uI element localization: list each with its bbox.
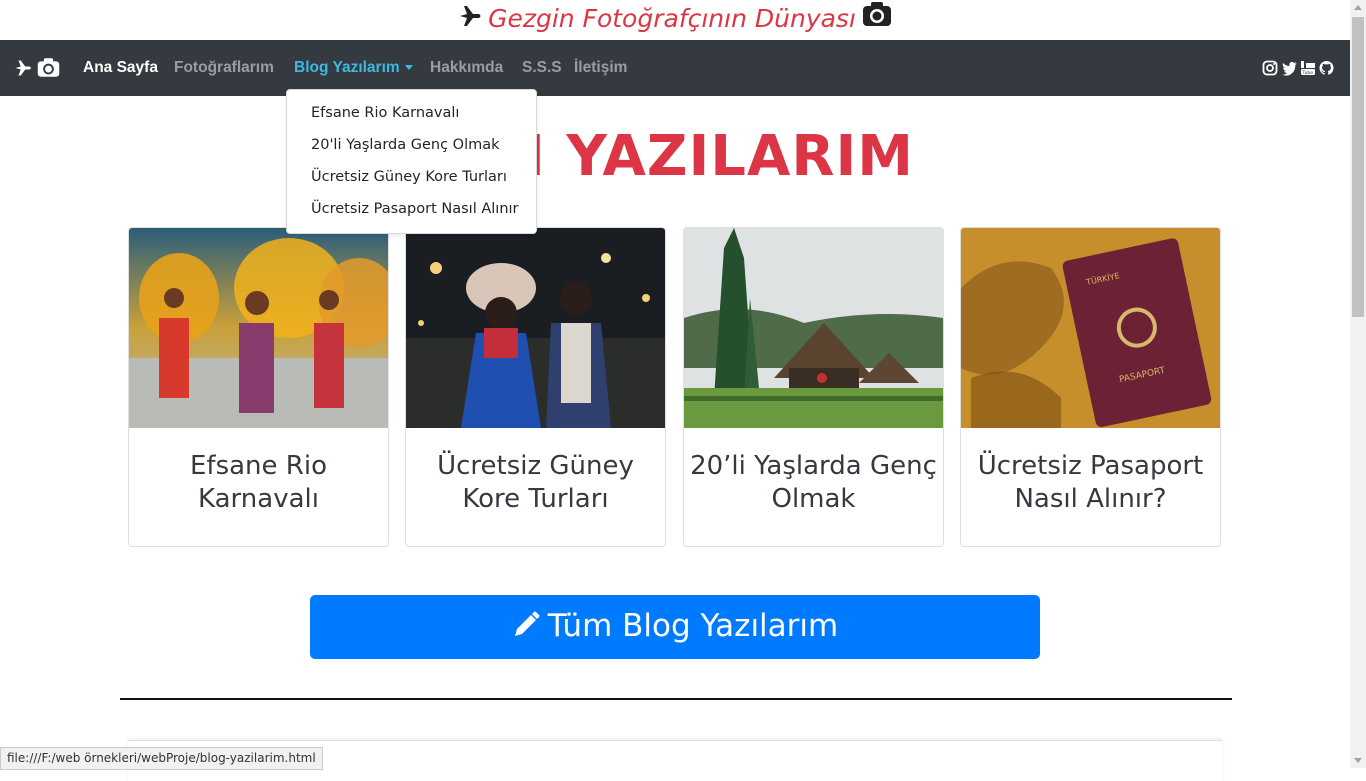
plane-icon <box>458 1 482 37</box>
pencil-icon <box>514 611 540 636</box>
scrollbar-thumb[interactable] <box>1352 17 1364 317</box>
nav-photos[interactable]: Fotoğraflarım <box>174 59 274 77</box>
section-divider <box>120 698 1232 700</box>
all-blog-posts-label: Tüm Blog Yazılarım <box>547 608 839 644</box>
site-title-text: Gezgin Fotoğrafçının Dünyası <box>488 4 856 33</box>
dropdown-item-korea[interactable]: Ücretsiz Güney Kore Turları <box>311 169 507 185</box>
card-title[interactable]: Efsane Rio Karnavalı <box>129 450 388 516</box>
instagram-icon[interactable] <box>1262 60 1278 76</box>
card-image-korea[interactable] <box>406 228 665 428</box>
nav-blog-label: Blog Yazılarım <box>294 59 400 76</box>
blog-card-20s[interactable]: 20’li Yaşlarda Genç Olmak <box>683 227 944 547</box>
card-image-passport[interactable]: TÜRKİYE PASAPORT <box>961 228 1220 428</box>
card-image-village[interactable] <box>684 228 943 428</box>
youtube-icon[interactable]: Tube <box>1300 60 1316 76</box>
site-title: Gezgin Fotoğrafçının Dünyası <box>0 0 1350 40</box>
scroll-down-arrow-icon[interactable] <box>1354 758 1362 763</box>
nav-home[interactable]: Ana Sayfa <box>83 59 158 77</box>
dropdown-item-rio[interactable]: Efsane Rio Karnavalı <box>311 105 459 121</box>
all-blog-posts-button[interactable]: Tüm Blog Yazılarım <box>310 595 1040 659</box>
page-heading: N YAZILARIM <box>497 124 915 189</box>
nav-contact[interactable]: İletişim <box>574 59 627 77</box>
svg-text:Tube: Tube <box>1302 70 1314 76</box>
nav-blog[interactable]: Blog Yazılarım <box>294 59 413 77</box>
navbar-brand[interactable] <box>14 57 62 79</box>
twitter-icon[interactable] <box>1281 60 1297 76</box>
blog-dropdown-menu: Efsane Rio Karnavalı 20'li Yaşlarda Genç… <box>286 89 537 234</box>
plane-icon <box>14 59 32 81</box>
browser-status-bar: file:///F:/web örnekleri/webProje/blog-y… <box>0 747 323 770</box>
caret-down-icon <box>404 65 413 71</box>
github-icon[interactable] <box>1319 60 1335 76</box>
scroll-up-arrow-icon[interactable] <box>1354 5 1362 10</box>
card-title[interactable]: Ücretsiz Pasaport Nasıl Alınır? <box>961 450 1220 516</box>
camera-icon <box>862 1 892 37</box>
vertical-scrollbar[interactable] <box>1350 0 1366 768</box>
blog-card-korea[interactable]: Ücretsiz Güney Kore Turları <box>405 227 666 547</box>
camera-icon <box>37 57 60 82</box>
card-image-carnival[interactable] <box>129 228 388 428</box>
navbar: Ana Sayfa Fotoğraflarım Blog Yazılarım H… <box>0 40 1350 96</box>
dropdown-item-20s[interactable]: 20'li Yaşlarda Genç Olmak <box>311 137 500 153</box>
card-title[interactable]: 20’li Yaşlarda Genç Olmak <box>684 450 943 516</box>
nav-about[interactable]: Hakkımda <box>430 59 503 77</box>
dropdown-item-passport[interactable]: Ücretsiz Pasaport Nasıl Alınır <box>311 201 519 217</box>
card-title[interactable]: Ücretsiz Güney Kore Turları <box>406 450 665 516</box>
blog-card-passport[interactable]: TÜRKİYE PASAPORT Ücretsiz Pasaport Nasıl… <box>960 227 1221 547</box>
blog-card-rio[interactable]: Efsane Rio Karnavalı <box>128 227 389 547</box>
nav-faq[interactable]: S.S.S <box>522 59 562 77</box>
